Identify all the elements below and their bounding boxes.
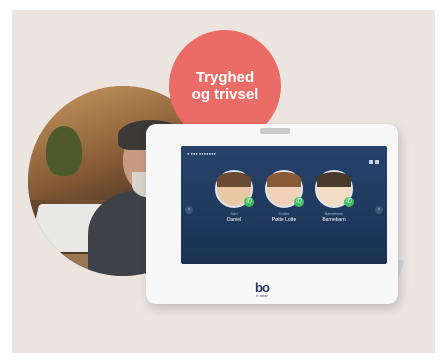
screen-topbar: ● ●●● ●●●●●●● xyxy=(187,151,216,156)
contact-relation: Søn xyxy=(230,211,238,216)
badge-line-2: og trivsel xyxy=(191,86,259,103)
phone-icon[interactable]: ✆ xyxy=(294,197,304,207)
contact-name: Pøtte Lotte xyxy=(271,217,297,223)
contact-card[interactable]: ✆ Barnebarn Barnebarn xyxy=(309,170,359,223)
camera-bar xyxy=(260,128,290,134)
brand-logo: bo b-near xyxy=(247,280,277,298)
tablet-screen: ● ●●● ●●●●●●● ‹ › ✆ Søn Daniel ✆ Datter … xyxy=(181,146,387,264)
contact-card[interactable]: ✆ Datter Pøtte Lotte xyxy=(259,170,309,223)
contact-relation: Datter xyxy=(278,211,290,216)
contact-name: Barnebarn xyxy=(322,217,346,223)
phone-icon[interactable]: ✆ xyxy=(244,197,254,207)
contact-name: Daniel xyxy=(226,217,242,223)
phone-icon[interactable]: ✆ xyxy=(344,197,354,207)
avatar: ✆ xyxy=(315,170,354,208)
next-arrow-icon[interactable]: › xyxy=(375,206,383,214)
logo-text: b-near xyxy=(256,293,268,298)
badge-line-1: Tryghed xyxy=(195,69,255,86)
contact-relation: Barnebarn xyxy=(324,211,344,216)
avatar: ✆ xyxy=(265,170,304,208)
screen-status-icons xyxy=(367,151,381,164)
avatar: ✆ xyxy=(215,170,254,208)
contact-card[interactable]: ✆ Søn Daniel xyxy=(209,170,259,223)
prev-arrow-icon[interactable]: ‹ xyxy=(185,206,193,214)
